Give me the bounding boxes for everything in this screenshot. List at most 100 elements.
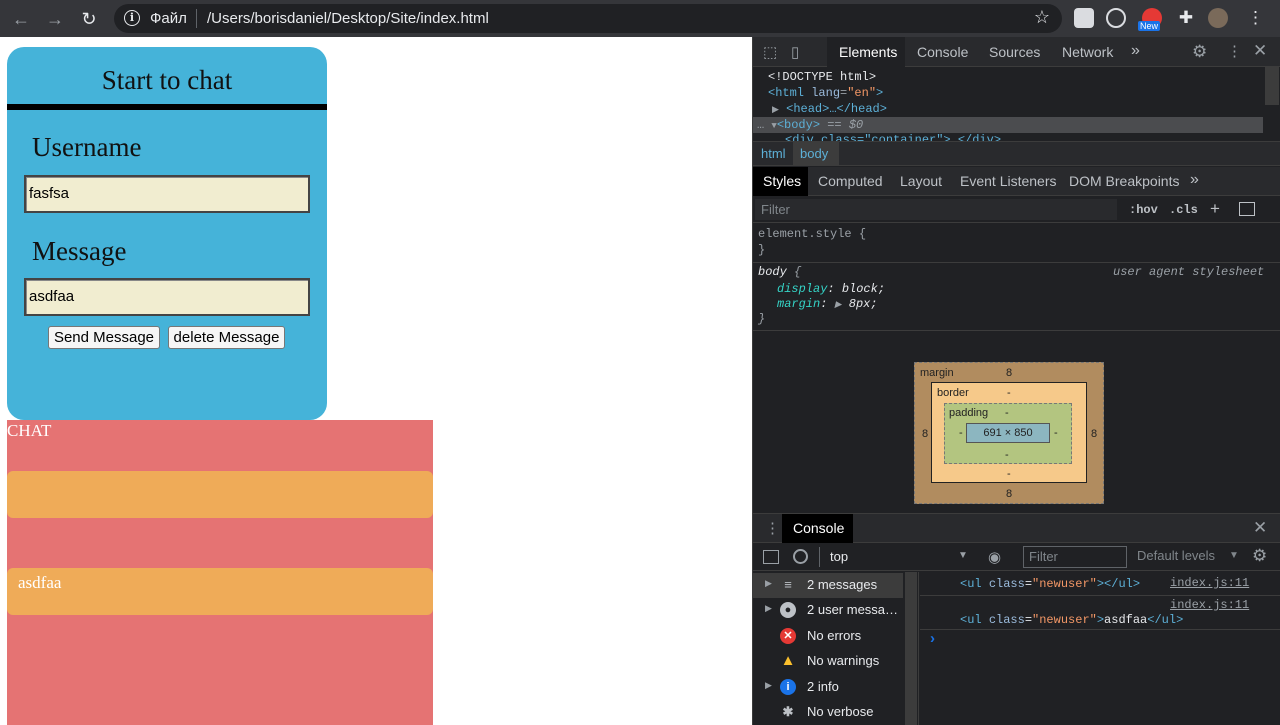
sidebar-label: No errors xyxy=(807,628,862,643)
message-input[interactable]: asdfaa xyxy=(24,278,310,316)
breadcrumb: html body xyxy=(753,141,1280,166)
padding-bottom: - xyxy=(1005,449,1009,461)
bookmark-star-icon[interactable]: ☆ xyxy=(1034,7,1050,28)
sidebar-item-warnings[interactable]: ▲ No warnings xyxy=(753,649,903,674)
forward-button[interactable]: → xyxy=(42,6,68,32)
console-filter-input[interactable]: Filter xyxy=(1029,549,1058,564)
info-icon: i xyxy=(780,679,796,695)
url-text[interactable]: /Users/borisdaniel/Desktop/Site/index.ht… xyxy=(207,10,489,27)
body-selector: body xyxy=(758,265,787,279)
hov-toggle[interactable]: :hov xyxy=(1129,203,1158,217)
context-dropdown-icon[interactable]: ▼ xyxy=(958,550,968,561)
console-drawer-tab[interactable]: Console xyxy=(793,520,844,536)
toggle-sidebar-icon[interactable] xyxy=(1239,202,1255,216)
reload-button[interactable]: ↻ xyxy=(76,6,102,32)
margin-top: 8 xyxy=(1006,367,1013,379)
tab-sources[interactable]: Sources xyxy=(989,44,1040,60)
device-toolbar-icon[interactable]: ▯ xyxy=(791,43,799,61)
padding-label: padding xyxy=(949,407,989,419)
dom-body-line[interactable]: … ▼<body> == $0 xyxy=(757,118,863,132)
log-close: > xyxy=(1096,613,1105,627)
body-tag: <body> xyxy=(776,118,821,132)
dom-scrollbar[interactable] xyxy=(1265,67,1279,105)
close-drawer-icon[interactable]: ✕ xyxy=(1253,518,1267,538)
tab-console[interactable]: Console xyxy=(917,44,968,60)
settings-gear-icon[interactable]: ⚙ xyxy=(1192,42,1207,62)
inspect-icon[interactable]: ⬚ xyxy=(763,43,777,61)
default-levels-select[interactable]: Default levels xyxy=(1137,548,1215,563)
body-open-brace: { xyxy=(794,265,802,279)
prop-display: display xyxy=(777,282,828,296)
box-model-content[interactable]: 691 × 850 xyxy=(966,423,1050,443)
tab-network[interactable]: Network xyxy=(1062,44,1113,60)
sidebar-item-user-messages[interactable]: ▶ ● 2 user messa… xyxy=(753,598,903,623)
styles-filter-input-bg[interactable] xyxy=(755,199,1117,220)
sidebar-item-verbose[interactable]: ✱ No verbose xyxy=(753,700,903,725)
breadcrumb-html[interactable]: html xyxy=(761,146,786,161)
tab-layout[interactable]: Layout xyxy=(900,173,942,189)
log-tag: <ul xyxy=(960,577,982,591)
content-size: 691 × 850 xyxy=(983,427,1033,439)
tab-event-listeners[interactable]: Event Listeners xyxy=(960,173,1057,189)
delete-message-button[interactable]: delete Message xyxy=(168,326,285,349)
body-prop-display[interactable]: display: block; xyxy=(777,282,885,296)
sidebar-item-errors[interactable]: ✕ No errors xyxy=(753,624,903,649)
selected-marker: == $0 xyxy=(827,118,864,132)
puzzle-icon[interactable]: ✚ xyxy=(1176,8,1196,28)
dom-html-line[interactable]: <html lang="en"> xyxy=(768,86,883,100)
avatar[interactable] xyxy=(1208,8,1228,28)
levels-dropdown-icon[interactable]: ▼ xyxy=(1229,550,1239,561)
dom-div-line[interactable]: <div class="container">…</div> xyxy=(785,133,1001,141)
console-sidebar-scrollbar[interactable] xyxy=(905,572,917,725)
dom-head-line[interactable]: ▶ <head>…</head> xyxy=(772,102,887,116)
send-message-button[interactable]: Send Message xyxy=(48,326,160,349)
styles-filter-bar: Filter :hov .cls + xyxy=(753,197,1280,223)
dom-doctype[interactable]: <!DOCTYPE html> xyxy=(768,70,876,84)
console-settings-gear-icon[interactable]: ⚙ xyxy=(1252,546,1267,566)
clear-console-icon[interactable] xyxy=(793,549,808,564)
context-select[interactable]: top xyxy=(830,549,848,564)
devtools-tabbar: ⬚ ▯ Elements Console Sources Network » ⚙… xyxy=(753,37,1280,67)
cls-toggle[interactable]: .cls xyxy=(1169,203,1198,217)
info-icon[interactable]: i xyxy=(124,10,140,26)
devtools-menu-icon[interactable]: ⋮ xyxy=(1227,42,1242,60)
console-log-line[interactable]: <ul class="newuser"></ul> xyxy=(960,577,1140,591)
reload-icon: ↻ xyxy=(81,9,97,29)
console-source-link[interactable]: index.js:11 xyxy=(1170,598,1249,612)
tab-computed[interactable]: Computed xyxy=(818,173,883,189)
live-expression-eye-icon[interactable]: ◉ xyxy=(988,548,1001,566)
body-prop-margin[interactable]: margin: ▶ 8px; xyxy=(777,297,878,311)
console-source-link[interactable]: index.js:11 xyxy=(1170,576,1249,590)
more-tabs-icon[interactable]: » xyxy=(1131,42,1140,60)
breadcrumb-body[interactable]: body xyxy=(800,146,828,161)
chat-form-panel: Start to chat Username fasfsa Message as… xyxy=(7,47,327,420)
extension-icon-1[interactable] xyxy=(1074,8,1094,28)
sidebar-label: No verbose xyxy=(807,704,874,719)
element-style-open[interactable]: element.style { xyxy=(758,227,866,241)
html-close: > xyxy=(876,86,884,100)
log-divider xyxy=(920,629,1280,630)
padding-top: - xyxy=(1005,407,1009,419)
body-rule-selector[interactable]: body { xyxy=(758,265,801,279)
console-log-line[interactable]: <ul class="newuser">asdfaa</ul> xyxy=(960,613,1183,627)
sidebar-item-messages[interactable]: ▶ ≡ 2 messages xyxy=(753,573,903,598)
menu-icon[interactable]: ⋮ xyxy=(1247,8,1264,28)
back-button[interactable]: ← xyxy=(8,6,34,32)
tab-styles[interactable]: Styles xyxy=(763,173,801,189)
more-style-tabs-icon[interactable]: » xyxy=(1190,171,1199,189)
username-input[interactable]: fasfsa xyxy=(24,175,310,213)
html-tag: <html xyxy=(768,86,805,100)
drawer-menu-icon[interactable]: ⋮ xyxy=(765,519,780,537)
padding-left: - xyxy=(959,427,963,439)
sidebar-item-info[interactable]: ▶ i 2 info xyxy=(753,675,903,700)
error-icon: ✕ xyxy=(780,628,796,644)
console-sidebar-toggle-icon[interactable] xyxy=(763,550,779,564)
address-bar[interactable]: i Файл /Users/borisdaniel/Desktop/Site/i… xyxy=(114,4,1062,33)
tab-dom-breakpoints[interactable]: DOM Breakpoints xyxy=(1069,173,1179,189)
close-devtools-icon[interactable]: ✕ xyxy=(1253,41,1267,61)
extension-icon-2[interactable] xyxy=(1106,8,1126,28)
tab-elements[interactable]: Elements xyxy=(839,44,897,60)
console-prompt[interactable]: › xyxy=(930,630,935,647)
new-rule-plus-icon[interactable]: + xyxy=(1210,199,1220,219)
styles-filter-input[interactable]: Filter xyxy=(761,202,790,217)
